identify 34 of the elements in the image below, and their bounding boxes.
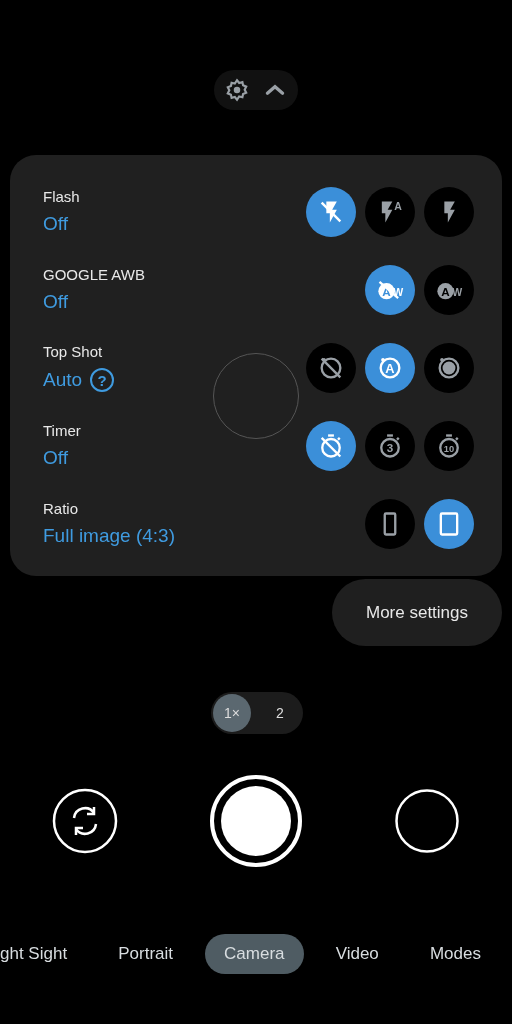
option-button[interactable] bbox=[424, 186, 474, 237]
setting-value: Off bbox=[43, 213, 68, 235]
setting-label: Flash bbox=[43, 188, 80, 205]
shutter-button[interactable] bbox=[209, 774, 303, 868]
mode-tab[interactable]: Video bbox=[316, 934, 398, 974]
setting-value: Off bbox=[43, 291, 68, 313]
mode-tab[interactable]: Portrait bbox=[99, 934, 192, 974]
setting-value: Auto bbox=[43, 369, 83, 391]
more-settings-button[interactable]: More settings bbox=[332, 579, 502, 646]
option-button[interactable]: A bbox=[365, 186, 415, 237]
mode-tab[interactable]: ght Sight bbox=[0, 934, 87, 974]
option-button[interactable] bbox=[306, 186, 356, 237]
setting-label: Top Shot bbox=[43, 343, 104, 360]
option-button[interactable]: 3 bbox=[365, 420, 415, 471]
help-icon[interactable]: ? bbox=[90, 368, 115, 392]
mode-tab[interactable]: Camera bbox=[205, 934, 304, 974]
setting-value: Off bbox=[43, 447, 68, 469]
setting-label: Ratio bbox=[43, 500, 80, 517]
setting-label: Timer bbox=[43, 422, 81, 439]
mode-tab[interactable]: Modes bbox=[410, 934, 500, 974]
zoom-button[interactable]: 1× bbox=[213, 694, 251, 732]
option-button[interactable] bbox=[306, 420, 356, 471]
option-button[interactable]: 10 bbox=[424, 420, 474, 471]
option-button[interactable] bbox=[365, 498, 415, 549]
option-button[interactable]: AW bbox=[424, 264, 474, 315]
option-button[interactable] bbox=[306, 342, 356, 393]
settings-icon[interactable] bbox=[224, 77, 250, 103]
gallery-thumbnail[interactable] bbox=[394, 788, 460, 854]
setting-label: GOOGLE AWB bbox=[43, 266, 145, 283]
zoom-button[interactable]: 2 bbox=[261, 694, 299, 732]
option-button[interactable] bbox=[424, 342, 474, 393]
setting-value: Full image (4:3) bbox=[43, 525, 175, 547]
option-button[interactable] bbox=[424, 498, 474, 549]
switch-camera-button[interactable] bbox=[52, 788, 118, 854]
